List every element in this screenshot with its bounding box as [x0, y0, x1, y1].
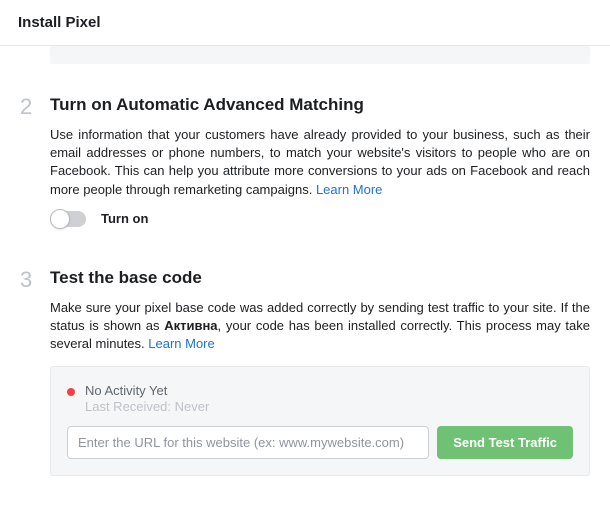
- step-description: Make sure your pixel base code was added…: [50, 299, 590, 354]
- advanced-matching-toggle[interactable]: [50, 211, 86, 227]
- status-row: No Activity Yet Last Received: Never: [67, 383, 573, 417]
- modal-header: Install Pixel: [0, 0, 610, 46]
- step-3: 3 Test the base code Make sure your pixe…: [20, 267, 590, 476]
- step-title: Test the base code: [50, 267, 590, 289]
- send-test-traffic-button[interactable]: Send Test Traffic: [437, 426, 573, 459]
- status-text-group: No Activity Yet Last Received: Never: [85, 383, 209, 417]
- learn-more-link[interactable]: Learn More: [148, 336, 214, 351]
- modal-title: Install Pixel: [18, 14, 592, 31]
- status-indicator-icon: [67, 388, 75, 396]
- step-title: Turn on Automatic Advanced Matching: [50, 94, 590, 116]
- status-sub-text: Last Received: Never: [85, 399, 209, 416]
- status-keyword: Активна: [164, 318, 217, 333]
- step-body: Turn on Automatic Advanced Matching Use …: [50, 94, 590, 247]
- toggle-knob: [50, 209, 70, 229]
- step-number: 3: [20, 267, 50, 476]
- status-main-text: No Activity Yet: [85, 383, 209, 400]
- step-number: 2: [20, 94, 50, 247]
- step-body: Test the base code Make sure your pixel …: [50, 267, 590, 476]
- test-traffic-panel: No Activity Yet Last Received: Never Sen…: [50, 366, 590, 477]
- step-description: Use information that your customers have…: [50, 126, 590, 199]
- step-2: 2 Turn on Automatic Advanced Matching Us…: [20, 94, 590, 247]
- toggle-row: Turn on: [50, 211, 590, 227]
- learn-more-link[interactable]: Learn More: [316, 182, 382, 197]
- previous-step-collapsed: [50, 46, 590, 64]
- modal-content: 2 Turn on Automatic Advanced Matching Us…: [0, 46, 610, 476]
- toggle-label: Turn on: [101, 211, 148, 226]
- test-input-row: Send Test Traffic: [67, 426, 573, 459]
- website-url-input[interactable]: [67, 426, 429, 459]
